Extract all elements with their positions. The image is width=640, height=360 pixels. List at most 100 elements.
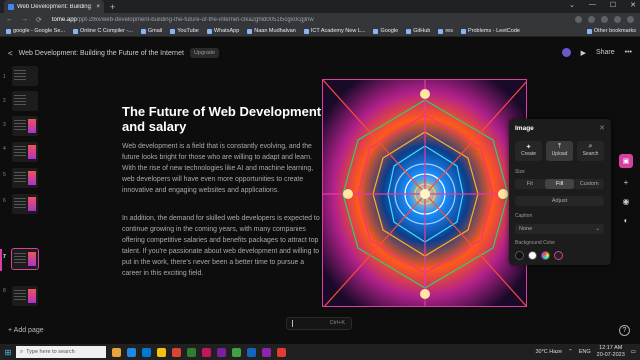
bookmark-item[interactable]: res: [438, 28, 453, 34]
menu-icon[interactable]: [627, 16, 634, 23]
bookmark-favicon-icon: [170, 28, 176, 34]
help-icon[interactable]: ?: [619, 325, 630, 336]
palette-icon[interactable]: ◐: [624, 216, 629, 225]
add-page-button[interactable]: + Add page: [8, 327, 44, 334]
bookmark-item[interactable]: GitHub: [406, 28, 430, 34]
adjust-button[interactable]: Adjust: [515, 196, 604, 206]
other-bookmarks[interactable]: Other bookmarks: [586, 28, 636, 34]
upload-button[interactable]: ⤒ Upload: [546, 141, 573, 161]
bookmark-item[interactable]: Problems - LeetCode: [460, 28, 520, 34]
more-icon[interactable]: •••: [625, 49, 632, 56]
close-icon[interactable]: ✕: [599, 124, 605, 132]
forward-arrow-icon[interactable]: →: [21, 16, 28, 24]
avatar[interactable]: [561, 48, 571, 57]
create-button[interactable]: ✦ Create: [515, 141, 542, 161]
bookmark-item[interactable]: WhatsApp: [206, 28, 239, 34]
size-fit-option[interactable]: Fit: [515, 179, 545, 189]
url-field[interactable]: tome.app/ppt-2t6x/web-development-buildi…: [52, 17, 575, 23]
app-icon[interactable]: [112, 347, 121, 357]
maximize-button[interactable]: ☐: [610, 1, 616, 9]
page-thumbnail[interactable]: [12, 116, 38, 136]
page-thumbnail[interactable]: [12, 194, 38, 214]
add-icon[interactable]: +: [624, 178, 629, 187]
url-host: tome.app: [51, 16, 77, 23]
image-tool-icon[interactable]: ▣: [619, 154, 633, 168]
language-indicator[interactable]: ENG: [579, 349, 591, 355]
profile-icon[interactable]: [614, 16, 621, 23]
taskbar-apps: [112, 347, 286, 357]
chrome-icon[interactable]: [172, 347, 181, 357]
upload-icon: ⤒: [557, 143, 562, 150]
vscode-icon[interactable]: [247, 347, 256, 357]
bookmark-favicon-icon: [140, 28, 146, 34]
bookmark-item[interactable]: Gmail: [140, 28, 162, 34]
bookmark-favicon-icon: [373, 28, 379, 34]
upgrade-button[interactable]: Upgrade: [189, 48, 220, 58]
page-thumbnail[interactable]: [12, 66, 38, 86]
close-window-button[interactable]: ✕: [630, 1, 636, 9]
page-thumbnail-active[interactable]: [11, 248, 39, 270]
bookmark-item[interactable]: Google: [373, 28, 398, 34]
app-icon[interactable]: [262, 347, 271, 357]
app-icon[interactable]: [232, 347, 241, 357]
app-icon[interactable]: [217, 347, 226, 357]
page-thumbnail[interactable]: [12, 142, 38, 162]
play-icon[interactable]: ▶: [581, 49, 586, 57]
notification-icon[interactable]: ▭: [631, 349, 636, 355]
new-tab-button[interactable]: +: [110, 2, 115, 12]
minimize-button[interactable]: —: [589, 1, 596, 9]
tab-search-icon[interactable]: ⌄: [569, 1, 575, 9]
search-button[interactable]: ⌕ Search: [577, 141, 604, 161]
doc-title[interactable]: Web Development: Building the Future of …: [19, 50, 184, 57]
size-fill-option[interactable]: Fill: [544, 179, 575, 189]
swatch-none-icon[interactable]: [554, 251, 563, 260]
taskbar-search[interactable]: ⌕ Type here to search: [16, 346, 106, 358]
app-icon[interactable]: [202, 347, 211, 357]
extension-icon[interactable]: [601, 16, 608, 23]
command-bar[interactable]: Ctrl+K: [286, 317, 352, 330]
edge-icon[interactable]: [142, 347, 151, 357]
windows-start-icon[interactable]: ⊞: [0, 348, 16, 357]
weather-widget[interactable]: 30°C Haze: [535, 349, 562, 355]
page-thumbnail[interactable]: [12, 286, 38, 306]
bookmark-item[interactable]: YouTube: [170, 28, 199, 34]
browser-tab[interactable]: Web Development: Building the ×: [4, 0, 104, 13]
reload-icon[interactable]: ⟳: [36, 16, 42, 24]
back-arrow-icon[interactable]: ←: [6, 16, 13, 24]
record-icon[interactable]: ◉: [623, 197, 630, 206]
close-tab-icon[interactable]: ×: [96, 4, 100, 10]
nav-buttons: ← → ⟳: [6, 16, 42, 24]
back-chevron-icon[interactable]: <: [8, 49, 13, 58]
page-thumbnail[interactable]: [12, 168, 38, 188]
sparkle-icon: ✦: [525, 144, 532, 151]
bookmark-item[interactable]: Naan Mudhalvan: [247, 28, 296, 34]
slide-paragraph-2[interactable]: In addition, the demand for skilled web …: [122, 213, 322, 280]
share-button[interactable]: Share: [596, 49, 615, 56]
bookmark-item[interactable]: ICT Academy New L...: [303, 28, 365, 34]
slide-image[interactable]: [322, 79, 527, 307]
slide-paragraph-1[interactable]: Web development is a field that is const…: [122, 141, 322, 196]
tray-arrows-icon[interactable]: ⌃: [568, 349, 573, 355]
app-icon[interactable]: [127, 347, 136, 357]
page-thumbnail[interactable]: [12, 91, 38, 111]
slide-title[interactable]: The Future of Web Development and salary: [122, 104, 322, 134]
browser-tab-strip: Web Development: Building the × + ⌄ — ☐ …: [0, 0, 640, 13]
bookmark-favicon-icon: [406, 28, 412, 34]
bookmark-star-icon[interactable]: [588, 16, 595, 23]
caption-select[interactable]: None ⌄: [515, 224, 604, 234]
share-icon[interactable]: [575, 16, 582, 23]
bookmark-favicon-icon: [206, 28, 212, 34]
bookmark-item[interactable]: Online C Compiler -...: [72, 28, 133, 34]
header-actions: ▶ Share •••: [561, 48, 632, 57]
bookmark-item[interactable]: google - Google Se...: [6, 28, 65, 34]
app-icon[interactable]: [277, 347, 286, 357]
folder-icon: [586, 28, 592, 34]
clock[interactable]: 12:17 AM 20-07-2023: [597, 345, 625, 359]
swatch-gradient[interactable]: [541, 251, 550, 260]
app-icon[interactable]: [187, 347, 196, 357]
folder-icon[interactable]: [157, 347, 166, 357]
caption-label: Caption: [515, 213, 533, 219]
size-custom-option[interactable]: Custom: [574, 179, 604, 189]
swatch-white[interactable]: [528, 251, 537, 260]
swatch-black[interactable]: [515, 251, 524, 260]
